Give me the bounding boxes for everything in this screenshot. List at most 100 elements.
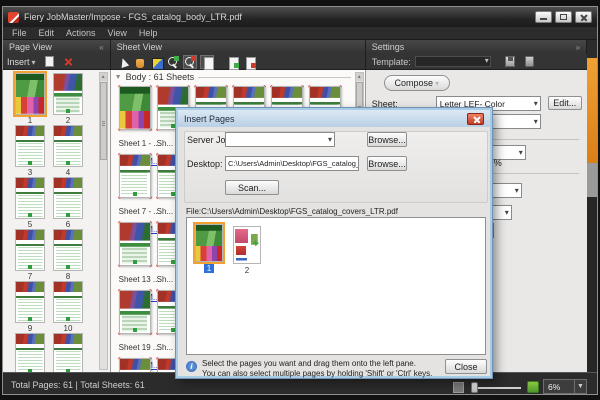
menu-view[interactable]: View: [103, 28, 132, 38]
dialog-page-number: 2: [242, 266, 252, 275]
pan-tool-icon[interactable]: [132, 55, 146, 69]
dialog-info-text: Select the pages you want and drag them …: [202, 359, 432, 378]
dialog-page-item[interactable]: 1: [195, 224, 223, 273]
page-number: 3: [28, 168, 32, 177]
duplicate-page-icon[interactable]: [45, 56, 54, 67]
dialog-close-button[interactable]: Close: [445, 359, 487, 374]
scroll-up-icon[interactable]: ▲: [356, 73, 363, 81]
zoom-in-icon[interactable]: [166, 55, 180, 69]
window-controls: [535, 11, 592, 23]
zoom-out-icon[interactable]: [183, 55, 197, 69]
info-icon: i: [186, 361, 197, 372]
minimize-icon[interactable]: [535, 11, 552, 23]
menu-file[interactable]: File: [7, 28, 32, 38]
collapse-section-icon[interactable]: ▼: [115, 74, 122, 81]
page-thumbnail[interactable]: [15, 177, 45, 219]
menu-actions[interactable]: Actions: [61, 28, 101, 38]
pages-list-box: 1 2: [186, 217, 486, 355]
insert-sheet-icon[interactable]: [243, 55, 257, 69]
zoom-level-select[interactable]: 6% ▼: [543, 379, 587, 394]
dialog-page-number: 1: [204, 264, 214, 273]
totals-text: Total Pages: 61 | Total Sheets: 61: [11, 380, 145, 390]
page-thumbnail[interactable]: [15, 125, 45, 167]
expand-panel-icon[interactable]: »: [576, 43, 580, 52]
sheet-thumbnail[interactable]: [117, 356, 153, 372]
sheet-thumbnail[interactable]: [117, 84, 153, 132]
close-icon[interactable]: [575, 11, 592, 23]
server-jobs-select[interactable]: [225, 132, 335, 147]
screen: Fiery JobMaster/Impose - FGS_catalog_bod…: [0, 0, 600, 400]
menu-help[interactable]: Help: [134, 28, 163, 38]
sheet-thumbnail[interactable]: [117, 152, 153, 200]
sheet-thumbnail[interactable]: [117, 288, 153, 336]
page-thumbnail[interactable]: [53, 177, 83, 219]
page-thumbnail[interactable]: [53, 229, 83, 271]
measure-tool-icon[interactable]: [149, 55, 163, 69]
scroll-up-icon[interactable]: ▲: [100, 73, 107, 81]
page-thumbnail[interactable]: [15, 73, 45, 115]
page-view-panel: Page View « Insert 1 2 3 4 5 6: [3, 40, 111, 372]
add-sheet-icon[interactable]: [226, 55, 240, 69]
page-thumbnail[interactable]: [53, 333, 83, 372]
page-view-title: Page View: [9, 42, 52, 52]
page-number: 10: [64, 324, 73, 333]
template-select[interactable]: [415, 56, 491, 67]
dialog-title: Insert Pages: [184, 114, 467, 124]
page-thumbnail[interactable]: [53, 125, 83, 167]
sheet-section-header[interactable]: ▼ Body : 61 Sheets: [115, 72, 351, 82]
scan-button[interactable]: Scan...: [225, 180, 279, 195]
sheet-name: Sheet 19 ...: [119, 343, 160, 352]
dialog-title-bar: Insert Pages: [178, 110, 490, 127]
zoom-slider-track[interactable]: [473, 387, 521, 389]
page-number: 1: [28, 116, 32, 125]
page-number: 4: [66, 168, 70, 177]
sheet-view-header: Sheet View: [111, 40, 366, 54]
save-template-icon[interactable]: [505, 56, 515, 67]
maximize-icon[interactable]: [555, 11, 572, 23]
template-row: Template:: [366, 54, 587, 70]
page-thumbnail[interactable]: [15, 229, 45, 271]
background-window-strip: [587, 40, 597, 372]
page-thumbnail[interactable]: [15, 281, 45, 323]
fit-view-icon[interactable]: [453, 382, 464, 393]
insert-pages-dialog: Insert Pages Server Jobs: Browse... Desk…: [176, 108, 492, 378]
page-view-scrollbar[interactable]: ▲: [99, 72, 108, 370]
page-number: 6: [66, 220, 70, 229]
zoom-slider-handle[interactable]: [471, 382, 478, 393]
sheet-name: Sh...: [157, 207, 173, 216]
page-number: 5: [28, 220, 32, 229]
sheet-name: Sheet 1 - ...: [119, 139, 160, 148]
title-bar: Fiery JobMaster/Impose - FGS_catalog_bod…: [3, 7, 597, 27]
collapse-panel-icon[interactable]: «: [99, 43, 103, 52]
menu-edit[interactable]: Edit: [34, 28, 60, 38]
select-tool-icon[interactable]: [115, 55, 129, 69]
edit-sheet-button[interactable]: Edit...: [548, 96, 582, 110]
sheet-name: Sheet 13 ...: [119, 275, 160, 284]
page-thumbnail[interactable]: [53, 281, 83, 323]
insert-menu-button[interactable]: Insert: [7, 57, 36, 67]
page-thumbnail[interactable]: [15, 333, 45, 372]
chevron-down-icon[interactable]: ▼: [574, 380, 586, 393]
page-view-header: Page View «: [3, 40, 111, 54]
delete-template-icon[interactable]: [525, 56, 534, 67]
page-number: 2: [66, 116, 70, 125]
fit-page-icon[interactable]: [527, 381, 539, 393]
browse-server-button[interactable]: Browse...: [367, 132, 407, 147]
dialog-page-item[interactable]: 2: [233, 226, 261, 275]
sheet-name: Sh...: [157, 139, 173, 148]
desktop-label: Desktop:: [187, 159, 223, 169]
scrollbar-thumb[interactable]: [100, 82, 107, 160]
sheet-thumbnail[interactable]: [117, 220, 153, 268]
delete-page-icon[interactable]: [63, 56, 74, 67]
page-thumbnail[interactable]: [53, 73, 83, 115]
sheet-view-toolbar: [111, 54, 366, 70]
browse-desktop-button[interactable]: Browse...: [367, 156, 407, 171]
dialog-close-icon[interactable]: [467, 113, 484, 125]
compose-button[interactable]: Compose: [384, 75, 450, 91]
sheet-name: Sheet 7 - ...: [119, 207, 160, 216]
page-view-content: 1 2 3 4 5 6 7 8 9 10 11 12 ▲: [3, 70, 111, 372]
desktop-path-input[interactable]: C:\Users\Admin\Desktop\FGS_catalog_cover…: [225, 156, 359, 171]
page-content-view-icon[interactable]: [200, 55, 214, 69]
settings-header: Settings »: [366, 40, 587, 54]
page-number: 7: [28, 272, 32, 281]
